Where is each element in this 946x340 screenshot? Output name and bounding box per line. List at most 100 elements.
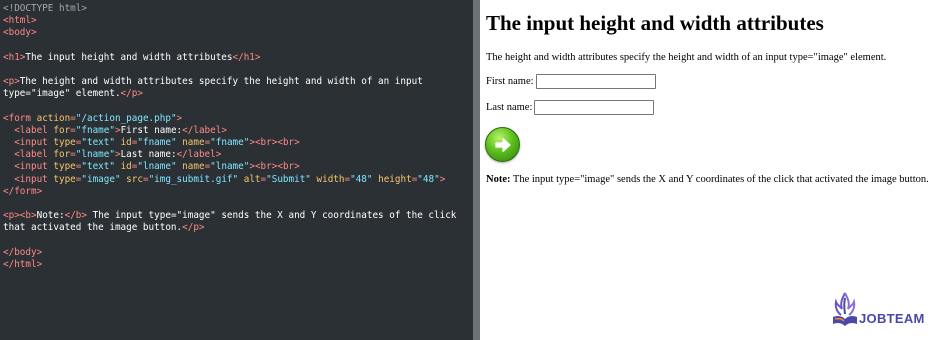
result-pane: The input height and width attributes Th… (480, 0, 946, 340)
code-token: that activated the image button. (3, 222, 183, 234)
code-token: "/action_page.php" (75, 112, 177, 124)
code-token: "img_submit.gif" (148, 173, 239, 185)
code-editor-pane[interactable]: <!DOCTYPE html> <html> <body> <h1>The inpu… (0, 0, 473, 340)
code-line: <input type="text" id="lname" name="lnam… (3, 161, 473, 173)
last-name-row: Last name: (486, 100, 655, 115)
last-name-input[interactable] (534, 100, 655, 115)
code-line: <body> (3, 27, 473, 39)
description-text: The height and width attributes specify … (486, 52, 887, 63)
first-name-input[interactable] (535, 74, 656, 89)
code-line: <form action="/action_page.php"> (3, 113, 473, 125)
code-line: <input type="text" id="fname" name="fnam… (3, 137, 473, 149)
code-token: id (114, 161, 132, 173)
note-text: The input type="image" sends the X and Y… (510, 174, 929, 185)
code-token: ><br><br> (249, 161, 300, 173)
code-token: </form> (3, 185, 43, 197)
code-token: type (53, 161, 76, 173)
code-token: > (439, 173, 446, 185)
code-token: "fname" (137, 137, 177, 149)
code-token: Note: (36, 210, 65, 222)
code-token: "image" (81, 173, 121, 185)
code-token: </b> (64, 210, 87, 222)
code-token: "text" (81, 137, 115, 149)
code-token: alt (238, 173, 261, 185)
code-token: <html> (3, 15, 37, 27)
code-token: The input height and width attributes (25, 51, 233, 63)
code-line: <input type="image" src="img_submit.gif"… (3, 174, 473, 186)
code-token: <p><b> (3, 210, 37, 222)
code-token: "text" (81, 161, 115, 173)
code-line: </html> (3, 259, 473, 271)
code-line: <h1>The input height and width attribute… (3, 52, 473, 64)
code-line: <!DOCTYPE html> (3, 3, 473, 15)
code-token: Last name: (120, 149, 177, 161)
code-token: <input (3, 161, 54, 173)
code-token: "48" (350, 173, 373, 185)
code-token: <p> (3, 76, 20, 88)
code-token: for (53, 149, 71, 161)
code-token: "fname" (75, 124, 115, 136)
code-line: <label for="fname">First name:</label> (3, 125, 473, 137)
code-line: <p>The height and width attributes speci… (3, 76, 473, 88)
code-line: <html> (3, 15, 473, 27)
code-token: </h1> (232, 51, 261, 63)
code-token: type (53, 137, 76, 149)
code-token: src (120, 173, 143, 185)
code-line: </body> (3, 247, 473, 259)
code-line: </form> (3, 186, 473, 198)
code-token: type="image" element. (3, 88, 121, 100)
code-token: <input (3, 137, 54, 149)
code-token: name (176, 137, 205, 149)
logo-text: JOBTEAM (859, 311, 925, 326)
code-token: </p> (120, 88, 143, 100)
code-token: ><br><br> (249, 137, 300, 149)
code-token: </p> (182, 222, 205, 234)
first-name-label: First name: (486, 76, 534, 87)
code-token: First name: (120, 124, 183, 136)
code-line: that activated the image button.</p> (3, 222, 473, 234)
code-line: type="image" element.</p> (3, 88, 473, 100)
code-line: <label for="lname">Last name:</label> (3, 149, 473, 161)
code-token: height (372, 173, 412, 185)
code-token: "lname" (75, 149, 115, 161)
code-token: <body> (3, 27, 37, 39)
code-token: The height and width attributes specify … (19, 76, 423, 88)
page-heading: The input height and width attributes (486, 11, 824, 35)
jobteam-logo: JOBTEAM (831, 290, 941, 332)
code-token: type (53, 173, 76, 185)
code-token: "48" (417, 173, 440, 185)
code-token: <input (3, 173, 54, 185)
pane-divider[interactable] (473, 0, 480, 340)
green-arrow-right-icon (494, 137, 511, 152)
code-token: "fname" (210, 137, 250, 149)
code-token: for (53, 124, 71, 136)
last-name-label: Last name: (486, 102, 533, 113)
code-token: <!DOCTYPE html> (3, 3, 87, 14)
code-line: <p><b>Note:</b> The input type="image" s… (3, 210, 473, 222)
code-token: <label (3, 149, 54, 161)
code-token: action (36, 112, 71, 124)
code-token: width (310, 173, 345, 185)
code-token: <h1> (3, 51, 26, 63)
code-token: id (114, 137, 132, 149)
code-token: </body> (3, 246, 43, 258)
book-flame-logo-icon (833, 292, 857, 326)
note-label: Note: (486, 174, 511, 185)
code-token: > (176, 112, 183, 124)
image-submit-button[interactable] (485, 127, 520, 162)
code-token: The input type="image" sends the X and Y… (86, 210, 457, 222)
code-token: "lname" (137, 161, 177, 173)
code-token: <label (3, 124, 54, 136)
code-token: "lname" (210, 161, 250, 173)
code-token: name (176, 161, 205, 173)
code-token: </label> (182, 124, 227, 136)
note-paragraph: Note: The input type="image" sends the X… (486, 174, 929, 185)
code-token: <form (3, 112, 37, 124)
code-area[interactable]: <!DOCTYPE html> <html> <body> <h1>The inpu… (0, 0, 473, 271)
code-token: </html> (3, 258, 43, 270)
code-token: "Submit" (266, 173, 311, 185)
